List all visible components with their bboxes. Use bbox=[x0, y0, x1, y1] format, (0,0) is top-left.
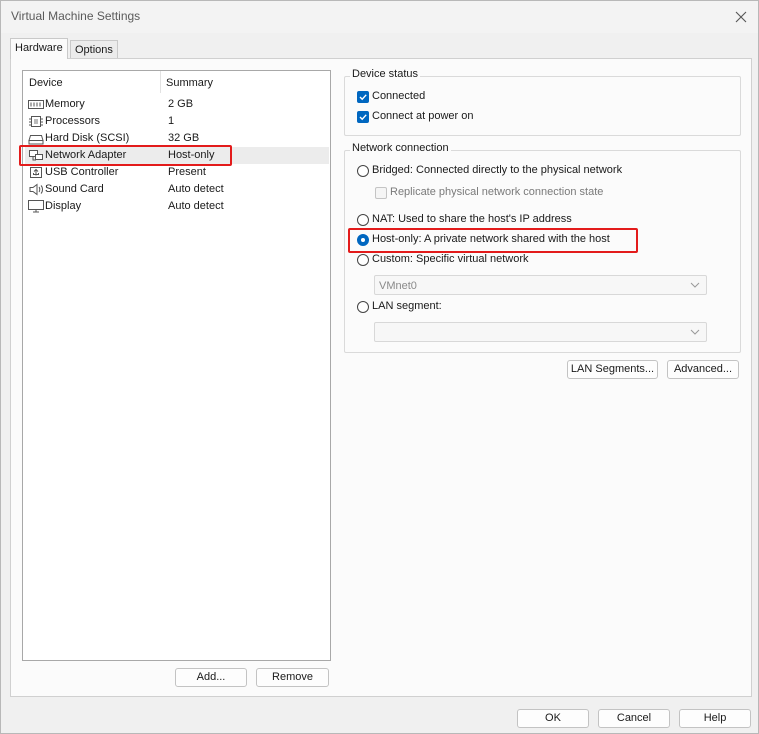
chevron-down-icon bbox=[690, 329, 700, 335]
device-name: Processors bbox=[45, 115, 101, 127]
network-connection-title: Network connection bbox=[350, 142, 451, 154]
nat-label[interactable]: NAT: Used to share the host's IP address bbox=[372, 213, 572, 225]
device-summary: Present bbox=[168, 166, 206, 178]
bridged-radio[interactable] bbox=[357, 165, 369, 177]
device-column-header[interactable]: Device bbox=[29, 77, 63, 89]
device-name: Memory bbox=[45, 98, 85, 110]
speaker-icon bbox=[29, 183, 43, 196]
device-summary: Auto detect bbox=[168, 200, 224, 212]
close-button[interactable] bbox=[730, 6, 752, 28]
device-summary: 1 bbox=[168, 115, 175, 127]
nat-radio[interactable] bbox=[357, 214, 369, 226]
tab-options[interactable]: Options bbox=[70, 40, 118, 59]
chevron-down-icon bbox=[690, 282, 700, 288]
device-name: Network Adapter bbox=[45, 149, 127, 161]
usb-icon bbox=[30, 167, 42, 178]
custom-label[interactable]: Custom: Specific virtual network bbox=[372, 253, 529, 265]
host-only-radio[interactable] bbox=[357, 234, 369, 246]
device-list-header: Device Summary bbox=[23, 71, 330, 93]
memory-icon bbox=[28, 100, 44, 109]
device-row-processors[interactable]: Processors 1 bbox=[25, 113, 329, 130]
connect-at-power-on-label[interactable]: Connect at power on bbox=[372, 110, 474, 122]
device-name: Hard Disk (SCSI) bbox=[45, 132, 130, 144]
tab-panel-hardware: Device Summary Memory 2 GB Processors 1 … bbox=[10, 58, 752, 697]
help-button[interactable]: Help bbox=[679, 709, 751, 728]
custom-network-select[interactable]: VMnet0 bbox=[374, 275, 707, 295]
device-list[interactable]: Device Summary Memory 2 GB Processors 1 … bbox=[19, 70, 331, 661]
monitor-icon bbox=[28, 200, 44, 213]
connected-checkbox[interactable] bbox=[357, 91, 369, 103]
title-bar: Virtual Machine Settings bbox=[1, 1, 758, 33]
checkmark-icon bbox=[359, 114, 367, 121]
device-status-title: Device status bbox=[350, 68, 421, 80]
checkmark-icon bbox=[359, 94, 367, 101]
remove-button[interactable]: Remove bbox=[256, 668, 329, 687]
lan-segment-label[interactable]: LAN segment: bbox=[372, 300, 442, 312]
bridged-label[interactable]: Bridged: Connected directly to the physi… bbox=[372, 164, 622, 176]
dialog-button-bar: OK Cancel Help bbox=[1, 695, 758, 733]
settings-window: Virtual Machine Settings Hardware Option… bbox=[0, 0, 759, 734]
device-summary: 32 GB bbox=[168, 132, 200, 144]
device-summary: 2 GB bbox=[168, 98, 194, 110]
host-only-label[interactable]: Host-only: A private network shared with… bbox=[372, 233, 610, 245]
summary-column-header[interactable]: Summary bbox=[166, 77, 213, 89]
replicate-state-label: Replicate physical network connection st… bbox=[390, 186, 604, 198]
device-row-hard-disk[interactable]: Hard Disk (SCSI) 32 GB bbox=[25, 130, 329, 147]
network-connection-group: Network connection Bridged: Connected di… bbox=[344, 142, 741, 353]
device-row-network-adapter[interactable]: Network Adapter Host-only bbox=[25, 147, 329, 164]
hard-disk-icon bbox=[28, 135, 44, 145]
device-row-memory[interactable]: Memory 2 GB bbox=[25, 96, 329, 113]
device-row-sound-card[interactable]: Sound Card Auto detect bbox=[25, 181, 329, 198]
lan-segments-button[interactable]: LAN Segments... bbox=[567, 360, 658, 379]
connected-label[interactable]: Connected bbox=[372, 90, 425, 102]
device-name: Display bbox=[45, 200, 82, 212]
connect-at-power-on-checkbox[interactable] bbox=[357, 111, 369, 123]
network-adapter-icon bbox=[29, 150, 43, 161]
device-name: USB Controller bbox=[45, 166, 119, 178]
processor-icon bbox=[29, 116, 43, 127]
lan-segment-select[interactable] bbox=[374, 322, 707, 342]
device-name: Sound Card bbox=[45, 183, 104, 195]
device-summary: Host-only bbox=[168, 149, 215, 161]
replicate-state-checkbox[interactable] bbox=[375, 187, 387, 199]
column-separator bbox=[160, 71, 161, 93]
advanced-button[interactable]: Advanced... bbox=[667, 360, 739, 379]
add-button[interactable]: Add... bbox=[175, 668, 247, 687]
tab-hardware[interactable]: Hardware bbox=[10, 38, 68, 59]
cancel-button[interactable]: Cancel bbox=[598, 709, 670, 728]
ok-button[interactable]: OK bbox=[517, 709, 589, 728]
window-title: Virtual Machine Settings bbox=[11, 9, 141, 23]
custom-radio[interactable] bbox=[357, 254, 369, 266]
device-status-group: Device status Connected Connect at power… bbox=[344, 68, 741, 136]
custom-network-value: VMnet0 bbox=[379, 280, 417, 292]
lan-segment-radio[interactable] bbox=[357, 301, 369, 313]
device-row-usb-controller[interactable]: USB Controller Present bbox=[25, 164, 329, 181]
device-summary: Auto detect bbox=[168, 183, 224, 195]
close-icon bbox=[735, 11, 747, 23]
device-row-display[interactable]: Display Auto detect bbox=[25, 198, 329, 215]
